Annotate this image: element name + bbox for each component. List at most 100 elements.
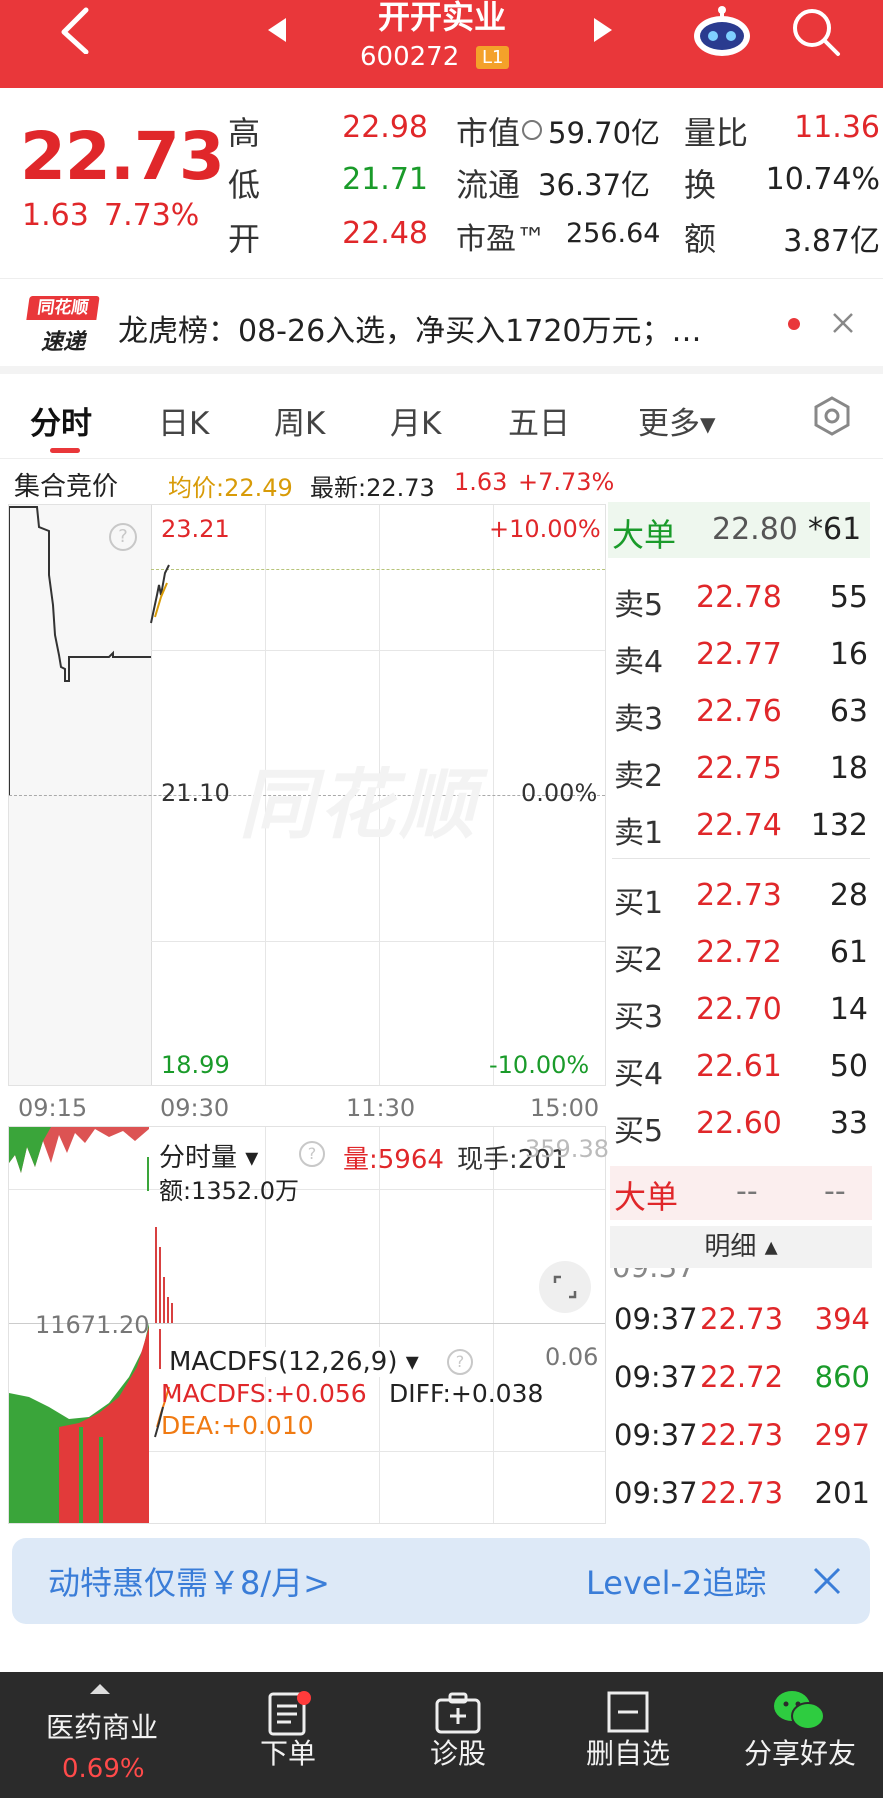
ask-row[interactable]: 卖3 22.76 63: [612, 688, 870, 738]
remove-watchlist-icon[interactable]: [606, 1690, 650, 1734]
bid-row[interactable]: 买3 22.70 14: [612, 986, 870, 1036]
tab-daily-k[interactable]: 日K: [158, 398, 209, 443]
tab-five-day[interactable]: 五日: [508, 398, 570, 443]
bid-row[interactable]: 买4 22.61 50: [612, 1043, 870, 1093]
time-label-0915: 09:15: [18, 1094, 88, 1122]
back-arrow-icon[interactable]: [56, 6, 96, 54]
sector-name[interactable]: 医药商业: [46, 1706, 158, 1746]
news-logo-bottom: 速递: [40, 330, 85, 355]
amount-value: 3.87亿: [783, 224, 880, 259]
vol-ratio-value: 11.36: [794, 110, 880, 145]
pe-label: 市盈™: [456, 222, 546, 257]
detail-time: 09:37: [614, 1360, 698, 1394]
promo-left-text: 动特惠仅需￥8/月>: [48, 1564, 330, 1602]
macd-scale: 0.06: [545, 1343, 599, 1371]
search-icon[interactable]: [790, 6, 842, 58]
detail-volume: 860: [814, 1360, 870, 1394]
promo-banner[interactable]: 动特惠仅需￥8/月> Level-2追踪: [12, 1538, 870, 1624]
expand-up-icon[interactable]: [90, 1684, 110, 1694]
price-chart[interactable]: 同花顺 ? 23.21 +10.00% 21.10 0.00% 18.99 -1…: [8, 504, 606, 1086]
stock-code: 600272: [360, 42, 460, 72]
level-badge: L1: [476, 46, 510, 69]
ask-label: 卖5: [614, 588, 664, 623]
help-icon[interactable]: ?: [109, 523, 137, 551]
bid-row[interactable]: 买2 22.72 61: [612, 929, 870, 979]
promo-right-text: Level-2追踪: [586, 1564, 767, 1602]
macd-diff: DIFF:+0.038: [389, 1379, 544, 1408]
detail-row: 09:37 22.73 297: [612, 1418, 872, 1468]
fullscreen-icon[interactable]: [539, 1261, 591, 1313]
ask-label: 卖1: [614, 816, 664, 851]
detail-time: 09:37: [614, 1302, 698, 1336]
bottom-toolbar: 医药商业 0.69% 下单 诊股 删自选 分享好友: [0, 1672, 883, 1798]
bid-label: 买5: [614, 1114, 664, 1149]
tab-monthly-k[interactable]: 月K: [390, 398, 441, 443]
close-icon[interactable]: [812, 1566, 842, 1596]
help-icon[interactable]: ?: [447, 1349, 473, 1375]
ask-volume: 16: [829, 637, 868, 672]
big-order-row: 大单 22.80 *61: [608, 502, 870, 558]
share-button[interactable]: 分享好友: [744, 1732, 883, 1772]
tab-more[interactable]: 更多▾: [638, 398, 716, 443]
ask-volume: 132: [810, 808, 868, 843]
volume-scale: 359.38: [525, 1135, 609, 1163]
detail-price: 22.73: [700, 1476, 784, 1510]
bid-volume: 33: [829, 1106, 868, 1141]
unread-dot-icon: [788, 318, 800, 330]
divider: [0, 458, 883, 459]
help-icon[interactable]: ?: [299, 1141, 325, 1167]
bid-volume: 61: [829, 935, 868, 970]
bid-price: 22.61: [696, 1049, 782, 1084]
pe-value: 256.64: [566, 218, 661, 249]
bid-label: 买4: [614, 1057, 664, 1092]
top-pct-label: +10.00%: [489, 515, 601, 543]
diagnose-stock-icon[interactable]: [434, 1692, 482, 1734]
volume-side-value: 11671.20: [35, 1311, 150, 1339]
wechat-icon[interactable]: [772, 1688, 826, 1734]
bid-volume: 50: [829, 1049, 868, 1084]
detail-row: 09:37 22.73 201: [612, 1476, 872, 1526]
next-stock-icon[interactable]: [594, 18, 612, 42]
volume-macd-panel[interactable]: 分时量 ▾ ? 量:5964 现手:201 359.38 额:1352.0万 1…: [8, 1126, 609, 1524]
remove-watchlist-button[interactable]: 删自选: [586, 1732, 670, 1772]
ask-row[interactable]: 卖4 22.77 16: [612, 631, 870, 681]
big-order-vol: *61: [808, 512, 862, 547]
settings-hexagon-icon[interactable]: [812, 396, 852, 436]
prev-stock-icon[interactable]: [268, 18, 286, 42]
info-circle-icon[interactable]: [522, 120, 542, 140]
bid-row[interactable]: 买5 22.60 33: [612, 1100, 870, 1150]
ask-row[interactable]: 卖2 22.75 18: [612, 745, 870, 795]
bid-row[interactable]: 买1 22.73 28: [612, 872, 870, 922]
detail-price: 22.73: [700, 1418, 784, 1452]
bid-price: 22.72: [696, 935, 782, 970]
robot-assistant-icon[interactable]: [692, 4, 752, 60]
turnover-label: 换: [684, 166, 717, 204]
price-change: 1.63: [22, 198, 89, 233]
diagnose-button[interactable]: 诊股: [430, 1732, 486, 1772]
volume-dropdown[interactable]: 分时量 ▾: [159, 1137, 259, 1174]
tab-intraday[interactable]: 分时: [30, 398, 92, 443]
tab-weekly-k[interactable]: 周K: [274, 398, 325, 443]
section-gap: [0, 366, 883, 374]
volume-amount: 额:1352.0万: [159, 1177, 300, 1205]
ask-price: 22.77: [696, 637, 782, 672]
news-logo-top: 同花顺: [26, 296, 100, 320]
top-header: 开开实业 600272 L1: [0, 0, 883, 88]
detail-header[interactable]: 明细 ▴: [610, 1226, 872, 1268]
time-label-0930: 09:30: [160, 1094, 230, 1122]
close-icon[interactable]: [832, 312, 854, 334]
bid-label: 买2: [614, 943, 664, 978]
bid-price: 22.73: [696, 878, 782, 913]
tab-active-indicator: [50, 448, 80, 453]
ask-row[interactable]: 卖1 22.74 132: [612, 802, 870, 852]
order-document-icon[interactable]: [266, 1690, 312, 1736]
detail-volume: 394: [814, 1302, 870, 1336]
detail-volume: 201: [814, 1476, 870, 1510]
news-text[interactable]: 龙虎榜：08-26入选，净买入1720万元；…: [118, 306, 702, 350]
ask-row[interactable]: 卖5 22.78 55: [612, 574, 870, 624]
order-button[interactable]: 下单: [260, 1732, 316, 1772]
stock-name: 开开实业: [377, 0, 506, 36]
price-change-pct: 7.73%: [104, 198, 200, 233]
macd-dropdown[interactable]: MACDFS(12,26,9) ▾: [169, 1347, 419, 1377]
macdfs-value: MACDFS:+0.056: [161, 1379, 367, 1408]
